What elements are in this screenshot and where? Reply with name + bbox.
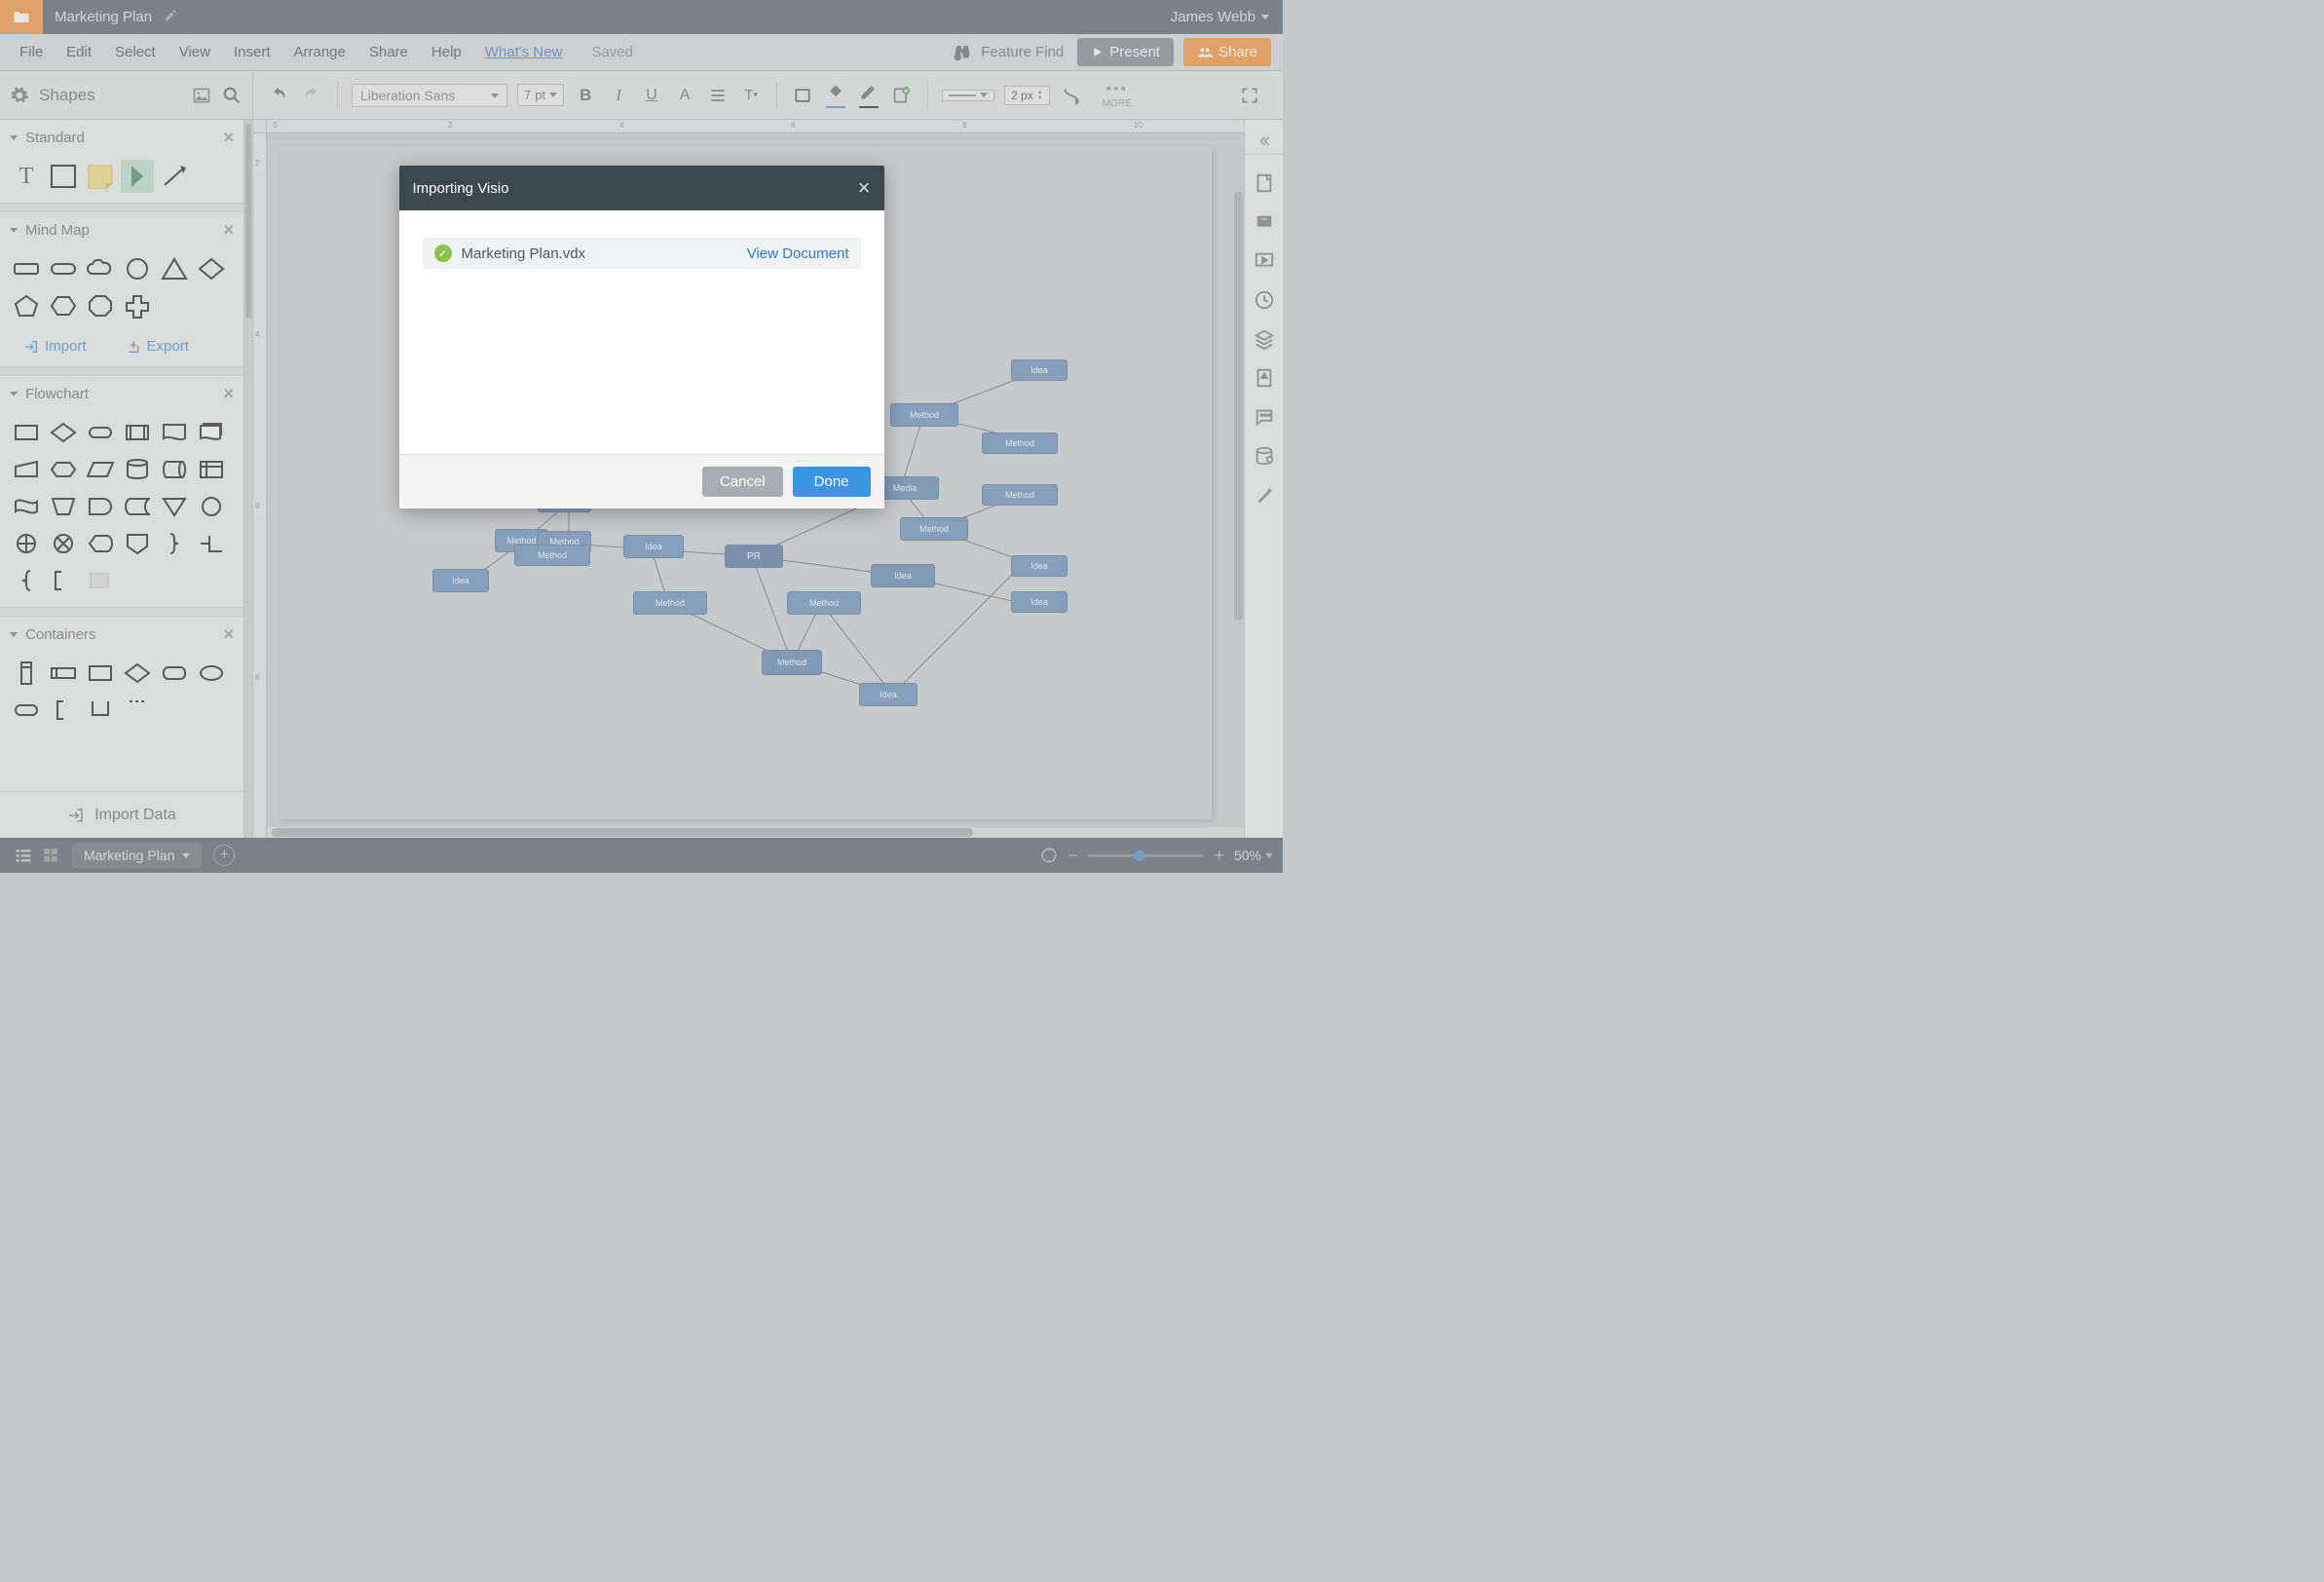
modal-body: ✓ Marketing Plan.vdx View Document [399, 210, 884, 454]
import-visio-modal: Importing Visio × ✓ Marketing Plan.vdx V… [399, 166, 884, 508]
file-name: Marketing Plan.vdx [462, 245, 737, 262]
modal-header: Importing Visio × [399, 166, 884, 210]
modal-title: Importing Visio [413, 180, 509, 197]
imported-file-row: ✓ Marketing Plan.vdx View Document [423, 238, 861, 269]
check-icon: ✓ [434, 245, 452, 262]
cancel-button[interactable]: Cancel [702, 467, 783, 497]
modal-footer: Cancel Done [399, 454, 884, 508]
view-document-link[interactable]: View Document [747, 245, 849, 262]
modal-overlay[interactable]: Importing Visio × ✓ Marketing Plan.vdx V… [0, 0, 1283, 873]
done-button[interactable]: Done [793, 467, 871, 497]
close-icon[interactable]: × [858, 175, 871, 201]
